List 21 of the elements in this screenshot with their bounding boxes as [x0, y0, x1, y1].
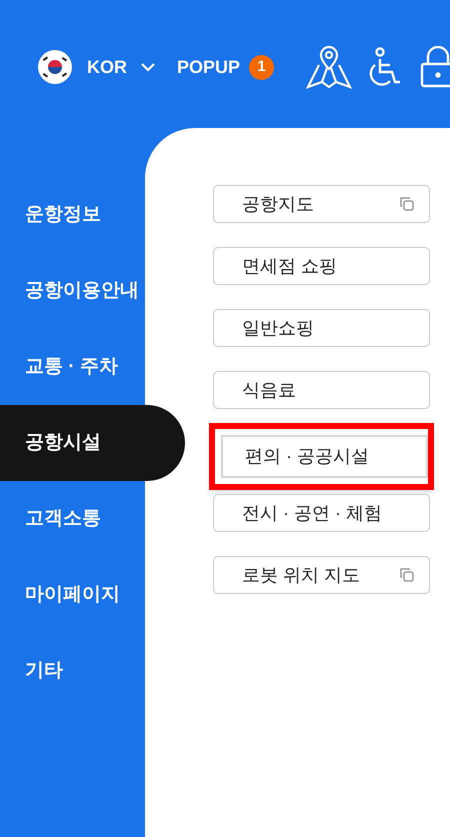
nav-item[interactable]: 마이페이지 — [0, 557, 145, 633]
submenu-item[interactable]: 전시 · 공연 · 체험 — [213, 494, 430, 532]
nav-item[interactable]: 기타 — [0, 633, 145, 709]
submenu-item[interactable]: 로봇 위치 지도 — [213, 556, 430, 594]
submenu-item[interactable]: 일반쇼핑 — [213, 309, 430, 347]
popup-button[interactable]: POPUP 1 — [177, 54, 274, 80]
nav-item[interactable]: 교통 · 주차 — [0, 329, 145, 405]
flag-icon[interactable] — [38, 50, 72, 84]
submenu-item[interactable]: 편의 · 공공시설 — [221, 435, 428, 478]
nav-item[interactable]: 공항시설 — [0, 405, 185, 481]
map-pin-icon[interactable] — [306, 45, 352, 89]
language-selector[interactable]: KOR — [87, 54, 156, 80]
nav-item[interactable]: 공항이용안내 — [0, 253, 145, 329]
submenu-item[interactable]: 면세점 쇼핑 — [213, 247, 430, 285]
chevron-down-icon — [140, 61, 156, 73]
lock-icon[interactable] — [420, 46, 450, 88]
nav-item[interactable]: 운항정보 — [0, 177, 145, 253]
submenu-item[interactable]: 공항지도 — [213, 185, 430, 223]
popup-count-badge: 1 — [249, 54, 274, 80]
submenu-item[interactable]: 식음료 — [213, 371, 430, 409]
nav-item[interactable]: 고객소통 — [0, 481, 145, 557]
